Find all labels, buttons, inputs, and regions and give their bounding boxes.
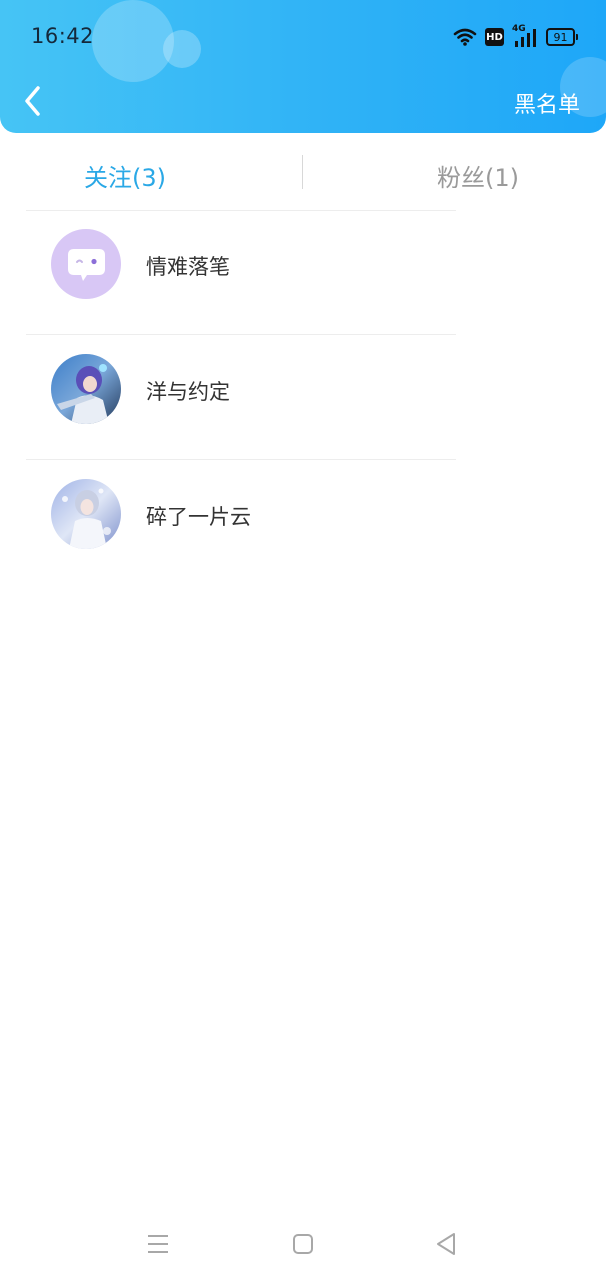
home-square-icon (293, 1234, 313, 1254)
back-button[interactable] (18, 82, 52, 120)
wifi-icon (453, 27, 477, 47)
menu-button[interactable] (138, 1228, 178, 1260)
battery-level: 91 (546, 28, 575, 46)
system-nav-bar (0, 1208, 606, 1280)
chevron-left-icon (25, 86, 40, 116)
user-list: 情难落笔 洋与约定 碎了一片云 (0, 210, 606, 585)
back-triangle-icon (437, 1233, 455, 1255)
battery-cap (576, 34, 578, 40)
list-item[interactable]: 碎了一片云 (0, 460, 606, 585)
home-button[interactable] (283, 1228, 323, 1260)
battery-icon: 91 (546, 28, 578, 46)
user-name: 情难落笔 (146, 255, 230, 279)
decorative-bubble (163, 30, 201, 68)
chat-bubble-avatar (51, 229, 121, 299)
menu-icon (148, 1235, 168, 1253)
tab-fans[interactable]: 粉丝(1) (437, 158, 519, 193)
anime-character-avatar (51, 354, 121, 424)
signal-4g-icon: 4G (512, 24, 538, 47)
list-item[interactable]: 洋与约定 (0, 335, 606, 460)
anime-character-avatar (51, 479, 121, 549)
tab-bar: 关注(3) 粉丝(1) (0, 133, 606, 211)
user-name: 洋与约定 (146, 380, 230, 404)
tab-divider (302, 155, 303, 189)
tab-following[interactable]: 关注(3) (84, 158, 166, 193)
decorative-bubble (92, 0, 174, 82)
status-icons: HD 4G 91 (453, 24, 578, 48)
hd-icon: HD (485, 28, 504, 46)
user-name: 碎了一片云 (146, 505, 251, 529)
blacklist-button[interactable]: 黑名单 (514, 87, 580, 119)
status-time: 16:42 (31, 24, 95, 48)
list-item[interactable]: 情难落笔 (0, 210, 606, 335)
network-type-label: 4G (512, 24, 526, 34)
top-header: 16:42 HD 4G 91 黑名单 (0, 0, 606, 133)
system-back-button[interactable] (426, 1228, 466, 1260)
